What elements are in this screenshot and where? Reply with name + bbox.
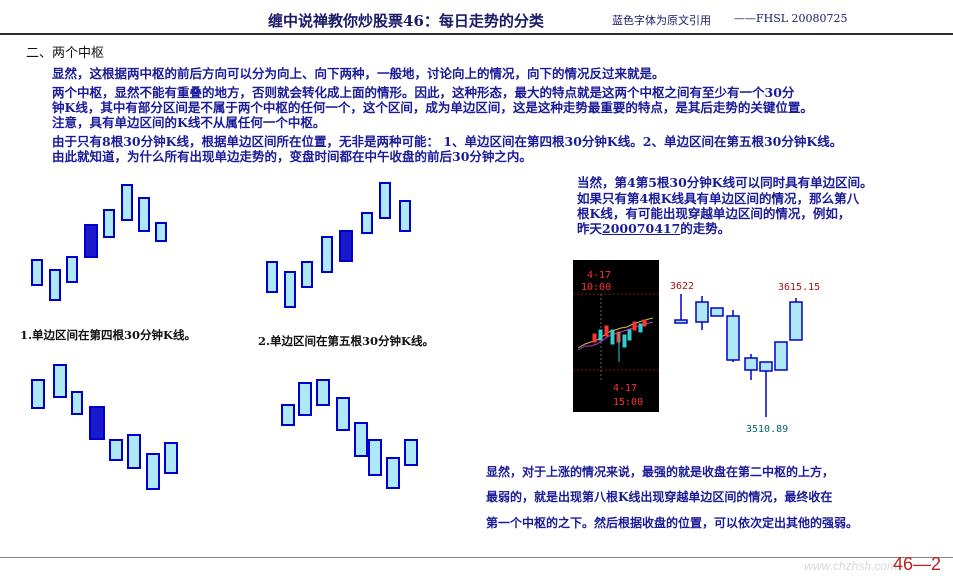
candle bbox=[710, 307, 724, 317]
candle bbox=[774, 341, 788, 371]
candle bbox=[121, 184, 133, 221]
right-text-line-1: 当然，第4第5根30分钟K线可以同时具有单边区间。 bbox=[577, 175, 873, 190]
candle-highlight bbox=[89, 406, 105, 440]
candle-highlight bbox=[84, 224, 98, 258]
caption-left: 1.单边区间在第四根30分钟K线。 bbox=[20, 328, 197, 342]
bottom-text-line-1: 显然，对于上涨的情况来说，最强的就是收盘在第二中枢的上方， bbox=[486, 465, 835, 479]
candle bbox=[281, 404, 295, 426]
right-text-suffix: 的走势。 bbox=[680, 221, 731, 236]
candle bbox=[164, 442, 178, 474]
candle bbox=[284, 271, 296, 308]
right-text-line-3: 根K线，有可能出现穿越单边区间的情况，例如， bbox=[577, 206, 851, 221]
candle bbox=[674, 319, 688, 324]
candle bbox=[336, 397, 350, 431]
candle bbox=[71, 391, 83, 415]
candle-highlight bbox=[339, 230, 353, 262]
candle bbox=[368, 439, 382, 476]
candle bbox=[744, 357, 758, 371]
price-high-right: 3615.15 bbox=[778, 282, 820, 293]
candle bbox=[379, 182, 391, 219]
candle bbox=[726, 315, 740, 361]
right-text-prefix: 昨天 bbox=[577, 221, 603, 236]
intraday-chart: 4-17 10:00 4-17 15:00 bbox=[573, 260, 659, 412]
candle bbox=[298, 382, 312, 416]
candle bbox=[399, 200, 411, 232]
page-number: 46—2 bbox=[892, 554, 941, 574]
candle bbox=[103, 209, 115, 238]
candle bbox=[321, 236, 333, 273]
candle bbox=[695, 301, 709, 323]
candle bbox=[759, 361, 773, 372]
candle bbox=[266, 261, 278, 293]
chart-time-top: 10:00 bbox=[581, 282, 611, 293]
diagram-down-5th bbox=[281, 379, 418, 489]
candle bbox=[109, 439, 123, 461]
candle bbox=[31, 379, 45, 409]
candle bbox=[301, 261, 313, 288]
example-date: 200070417 bbox=[602, 221, 681, 236]
diagram-up-4th bbox=[31, 184, 167, 301]
bottom-text-line-3: 第一个中枢的之下。然后根据收盘的位置，可以依次定出其他的强弱。 bbox=[486, 516, 859, 530]
watermark: www.chzhsh.com bbox=[804, 559, 897, 573]
candle bbox=[354, 422, 368, 457]
right-text-line-2: 如果只有第4根K线具有单边区间的情况，那么第八 bbox=[577, 191, 860, 206]
candle bbox=[31, 259, 43, 286]
price-low: 3510.89 bbox=[746, 424, 788, 435]
candle bbox=[146, 453, 160, 490]
bottom-text-line-2: 最弱的，就是出现第八根K线出现穿越单边区间的情况，最终收在 bbox=[486, 490, 833, 504]
candle bbox=[53, 364, 67, 398]
candle bbox=[138, 197, 150, 232]
price-high-left: 3622 bbox=[670, 281, 694, 292]
chart-date-bottom: 4-17 bbox=[613, 383, 637, 394]
thirty-min-chart: 3622 3615.15 3510.89 bbox=[670, 281, 820, 435]
candle bbox=[361, 212, 373, 234]
candle bbox=[386, 457, 400, 489]
candle bbox=[789, 301, 803, 341]
right-text-line-4: 昨天200070417的走势。 bbox=[577, 221, 730, 237]
candle bbox=[66, 256, 78, 283]
diagram-up-5th bbox=[266, 182, 411, 308]
candle bbox=[155, 222, 167, 242]
candle bbox=[49, 269, 61, 301]
caption-right: 2.单边区间在第五根30分钟K线。 bbox=[258, 334, 435, 348]
chart-date-top: 4-17 bbox=[587, 270, 611, 281]
candle bbox=[404, 439, 418, 466]
chart-time-bottom: 15:00 bbox=[613, 397, 643, 408]
diagram-down-4th bbox=[31, 364, 178, 490]
candle bbox=[316, 379, 330, 406]
candle bbox=[127, 434, 141, 469]
